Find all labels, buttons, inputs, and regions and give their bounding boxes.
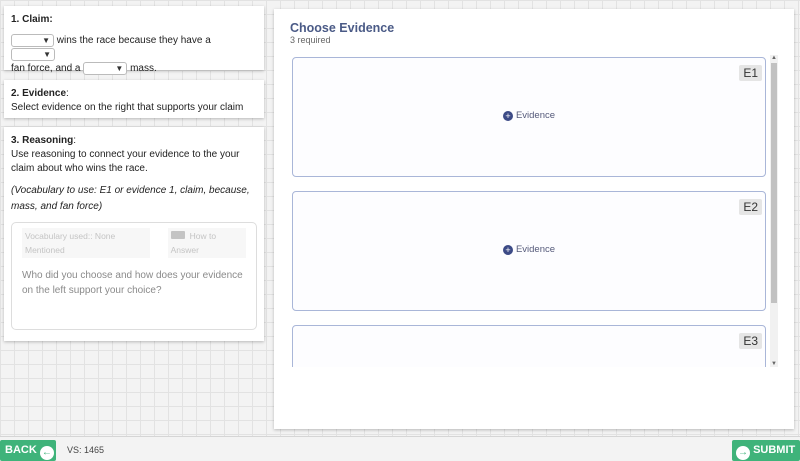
back-button[interactable]: BACK ← (0, 440, 56, 461)
scrollbar-thumb[interactable] (771, 63, 777, 303)
submit-button[interactable]: → SUBMIT (732, 440, 800, 461)
plus-circle-icon: + (502, 111, 513, 121)
back-label: BACK (5, 444, 37, 456)
chevron-down-icon: ▼ (115, 64, 124, 74)
add-evidence-button[interactable]: + Evidence (293, 244, 765, 255)
evidence-slot-tag: E3 (739, 333, 762, 349)
speech-bubble-icon (170, 231, 185, 239)
answer-toolbar: Vocabulary used:: None Mentioned How to … (22, 228, 246, 258)
reasoning-header-text: 3. Reasoning (11, 135, 74, 146)
how-to-answer-button[interactable]: How to Answer (167, 228, 246, 258)
evidence-slot-e1[interactable]: E1 + Evidence (292, 57, 766, 177)
evidence-instruction: Select evidence on the right that suppor… (11, 102, 244, 113)
reasoning-header: 3. Reasoning: (11, 134, 257, 148)
arrow-right-icon: → (736, 446, 750, 460)
evidence-slot-tag: E2 (739, 199, 762, 215)
reasoning-instruction: Use reasoning to connect your evidence t… (11, 149, 240, 174)
evidence-slot-tag: E1 (739, 65, 762, 81)
reasoning-answer-box[interactable]: Vocabulary used:: None Mentioned How to … (11, 222, 257, 330)
claim-text-3: mass. (130, 63, 157, 75)
evidence-header: 2. Evidence: (11, 87, 257, 101)
claim-winner-select[interactable]: ▼ (11, 34, 54, 47)
reasoning-placeholder: Who did you choose and how does your evi… (22, 270, 243, 296)
scroll-up-icon[interactable]: ▲ (770, 55, 778, 61)
evidence-scrollbar[interactable]: ▲ ▼ (770, 55, 778, 367)
evidence-slot-e3[interactable]: E3 (292, 325, 766, 367)
claim-sentence: ▼ wins the race because they have a ▼ fa… (11, 34, 257, 76)
claim-text-2: fan force, and a (11, 63, 81, 75)
add-evidence-label: Evidence (515, 110, 556, 121)
choose-evidence-title: Choose Evidence (290, 21, 395, 35)
submit-label: SUBMIT (753, 444, 796, 456)
plus-circle-icon: + (502, 245, 513, 255)
arrow-left-icon: ← (39, 446, 54, 460)
evidence-header-text: 2. Evidence (11, 88, 67, 99)
chevron-down-icon: ▼ (42, 36, 50, 45)
reasoning-card: 3. Reasoning: Use reasoning to connect y… (4, 127, 264, 341)
add-evidence-label: Evidence (515, 244, 556, 255)
add-evidence-button[interactable]: + Evidence (293, 110, 765, 121)
claim-text-1: wins the race because they have a (56, 35, 211, 47)
evidence-card: 2. Evidence: Select evidence on the righ… (4, 80, 264, 118)
claim-header: 1. Claim: (11, 14, 53, 25)
claim-mass-select[interactable]: ▼ (83, 62, 128, 76)
evidence-header-colon: : (66, 88, 69, 99)
claim-fan-force-select[interactable]: ▼ (11, 48, 55, 62)
choose-evidence-panel: Choose Evidence 3 required E1 + Evidence … (274, 9, 794, 429)
evidence-slot-e2[interactable]: E2 + Evidence (292, 191, 766, 311)
required-count: 3 required (290, 35, 331, 45)
version-label: VS: 1465 (67, 445, 105, 455)
footer-bar: BACK ← VS: 1465 → SUBMIT (0, 436, 800, 461)
vocabulary-hint: (Vocabulary to use: E1 or evidence 1, cl… (11, 185, 250, 212)
evidence-slot-list[interactable]: E1 + Evidence E2 + Evidence E3 (292, 55, 768, 367)
claim-card: 1. Claim: ▼ wins the race because they h… (4, 6, 264, 76)
scroll-down-icon[interactable]: ▼ (770, 361, 778, 367)
chevron-down-icon: ▼ (43, 50, 51, 60)
reasoning-header-colon: : (73, 135, 77, 146)
vocabulary-used-indicator: Vocabulary used:: None Mentioned (22, 228, 150, 258)
